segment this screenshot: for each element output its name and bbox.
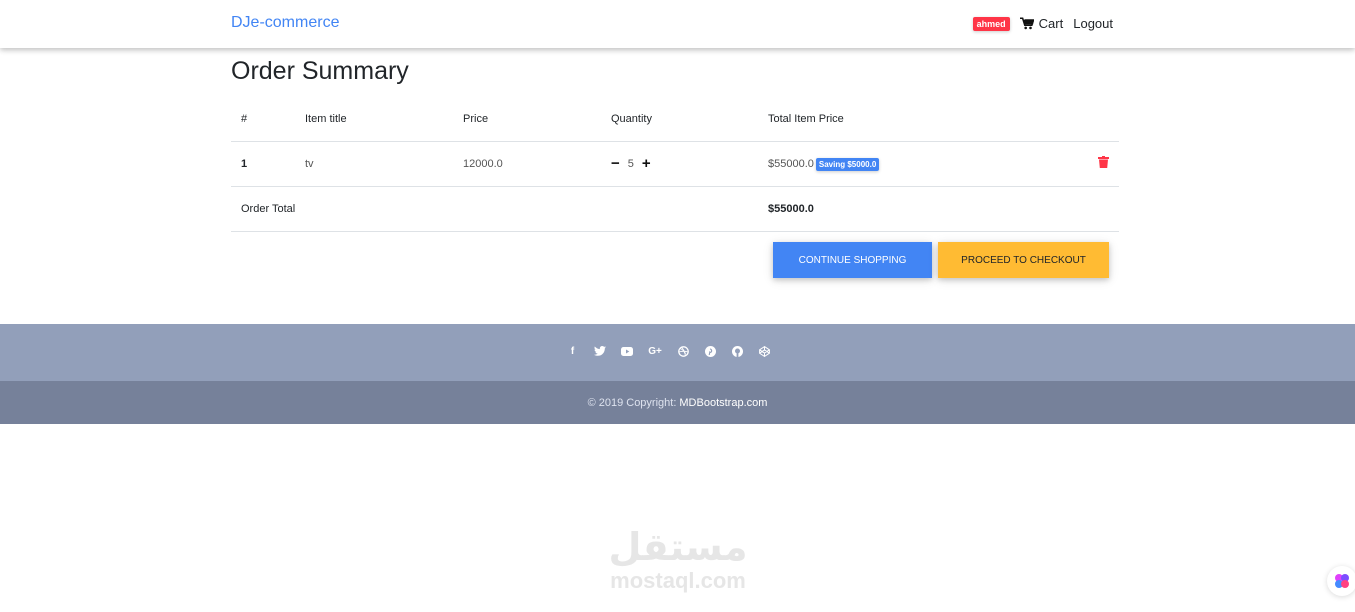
copyright-text: © 2019 Copyright: bbox=[587, 396, 677, 409]
youtube-icon[interactable] bbox=[620, 344, 633, 358]
continue-shopping-button[interactable]: CONTINUE SHOPPING bbox=[773, 242, 932, 278]
brand-link[interactable]: DJe-commerce bbox=[231, 14, 339, 32]
order-table: # Item title Price Quantity Total Item P… bbox=[231, 97, 1119, 232]
quantity-stepper: − 5 + bbox=[611, 156, 758, 171]
header-num: # bbox=[231, 97, 295, 142]
twitter-icon[interactable] bbox=[593, 344, 606, 358]
social-icons: f G+ bbox=[566, 344, 771, 358]
watermark-arabic: مستقل bbox=[608, 525, 748, 569]
table-row: 1 tv 12000.0 − 5 + $55000.0 Saving $5000.… bbox=[231, 141, 1119, 187]
google-plus-icon[interactable]: G+ bbox=[647, 344, 663, 358]
page-title: Order Summary bbox=[231, 57, 409, 85]
pinterest-icon[interactable] bbox=[704, 344, 717, 358]
proceed-to-checkout-button[interactable]: PROCEED TO CHECKOUT bbox=[938, 242, 1109, 278]
footer-social-bar: f G+ bbox=[0, 324, 1355, 381]
dribbble-icon[interactable] bbox=[677, 344, 690, 358]
plus-icon[interactable]: + bbox=[642, 156, 651, 171]
action-buttons: CONTINUE SHOPPING PROCEED TO CHECKOUT bbox=[773, 242, 1109, 278]
github-icon[interactable] bbox=[731, 344, 744, 358]
navbar: DJe-commerce ahmed Cart Logout bbox=[0, 0, 1355, 48]
main-content: Order Summary # Item title Price Quantit… bbox=[231, 48, 1119, 278]
watermark-latin: mostaql.com bbox=[610, 568, 746, 593]
quantity-value: 5 bbox=[627, 157, 634, 170]
row-num: 1 bbox=[231, 141, 295, 187]
chat-widget-button[interactable] bbox=[1327, 566, 1355, 596]
mostaql-watermark: مستقل mostaql.com bbox=[597, 522, 759, 594]
user-badge: ahmed bbox=[972, 17, 1010, 31]
nav-right: ahmed Cart Logout bbox=[972, 15, 1113, 31]
cart-link[interactable]: Cart bbox=[1019, 15, 1064, 31]
row-title: tv bbox=[295, 141, 453, 187]
footer-copyright: © 2019 Copyright: MDBootstrap.com bbox=[0, 381, 1355, 424]
cart-icon bbox=[1019, 16, 1034, 29]
table-header-row: # Item title Price Quantity Total Item P… bbox=[231, 97, 1119, 142]
cart-label: Cart bbox=[1038, 15, 1064, 31]
order-total-label: Order Total bbox=[231, 186, 758, 232]
row-total-cell: $55000.0 Saving $5000.0 bbox=[758, 141, 1119, 187]
header-total-item-price: Total Item Price bbox=[758, 97, 1119, 142]
saving-badge: Saving $5000.0 bbox=[815, 157, 880, 171]
logout-link[interactable]: Logout bbox=[1073, 16, 1113, 31]
order-total-value: $55000.0 bbox=[758, 186, 1119, 232]
row-price: 12000.0 bbox=[453, 141, 601, 187]
row-quantity-cell: − 5 + bbox=[601, 141, 758, 187]
trash-icon[interactable] bbox=[1098, 155, 1109, 168]
mdbootstrap-link[interactable]: MDBootstrap.com bbox=[679, 397, 767, 409]
order-total-row: Order Total $55000.0 bbox=[231, 186, 1119, 232]
header-quantity: Quantity bbox=[601, 97, 758, 142]
row-total: $55000.0 bbox=[768, 157, 814, 170]
chat-widget-icon bbox=[1335, 574, 1349, 588]
codepen-icon[interactable] bbox=[758, 344, 771, 358]
header-price: Price bbox=[453, 97, 601, 142]
facebook-icon[interactable]: f bbox=[566, 344, 579, 358]
minus-icon[interactable]: − bbox=[611, 156, 620, 171]
header-item-title: Item title bbox=[295, 97, 453, 142]
